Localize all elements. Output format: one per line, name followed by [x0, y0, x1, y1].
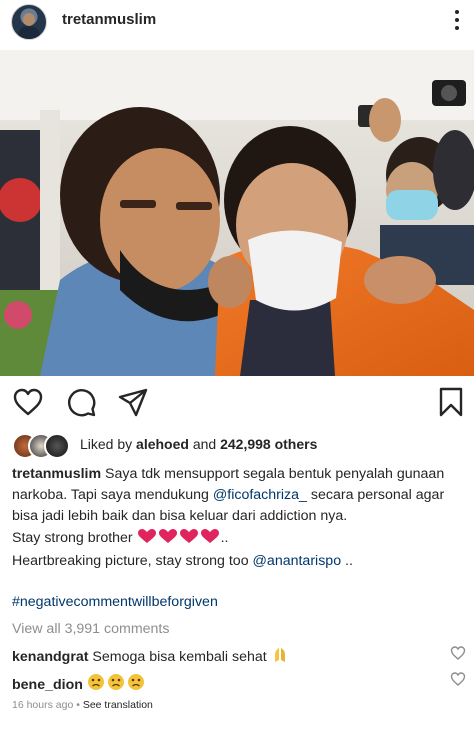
- likes-row[interactable]: Liked by alehoed and 242,998 others: [0, 430, 474, 459]
- comment-bubble-icon[interactable]: [65, 386, 97, 418]
- likes-middle: and: [188, 436, 221, 452]
- separator-dot: •: [73, 699, 83, 711]
- praying-hands-emoji: [271, 647, 289, 667]
- likes-count[interactable]: 242,998 others: [220, 436, 317, 452]
- view-all-comments-link[interactable]: View all 3,991 comments: [12, 621, 169, 637]
- liker-avatar: [44, 433, 70, 459]
- post-header: tretanmuslim: [0, 0, 474, 44]
- bookmark-icon[interactable]: [435, 386, 467, 418]
- comment-like-heart-icon[interactable]: [450, 671, 466, 687]
- sad-face-emoji: [87, 673, 147, 695]
- likes-text: Liked by alehoed and 242,998 others: [80, 436, 317, 452]
- see-translation-link[interactable]: See translation: [83, 699, 153, 711]
- more-vertical-icon[interactable]: [451, 6, 463, 34]
- comment-like-heart-icon[interactable]: [450, 645, 466, 661]
- post-timestamp: 16 hours ago • See translation: [12, 699, 153, 711]
- mention-link[interactable]: @ficofachriza_: [213, 487, 307, 503]
- comment-text: Semoga bisa kembali sehat: [88, 649, 271, 665]
- post-username[interactable]: tretanmuslim: [62, 11, 156, 28]
- caption-text: ..: [341, 552, 353, 569]
- heart-outline-icon[interactable]: [12, 386, 44, 418]
- comment-row: kenandgrat Semoga bisa kembali sehat: [12, 647, 289, 667]
- likes-prefix: Liked by: [80, 436, 137, 452]
- paper-plane-icon[interactable]: [117, 386, 149, 418]
- red-hearts-emoji: [137, 528, 221, 551]
- hashtag-link[interactable]: #negativecommentwillbeforgiven: [12, 594, 218, 610]
- comment-username[interactable]: bene_dion: [12, 677, 83, 693]
- caption-username[interactable]: tretanmuslim: [12, 466, 101, 482]
- post-photo-illustration: [0, 50, 474, 376]
- action-bar: [0, 380, 474, 426]
- caption-text: ..: [220, 529, 229, 546]
- comment-username[interactable]: kenandgrat: [12, 649, 88, 665]
- caption-text: Stay strong brother: [12, 529, 137, 546]
- mention-link[interactable]: @anantarispo: [253, 553, 342, 569]
- profile-avatar[interactable]: [11, 4, 47, 40]
- time-ago: 16 hours ago: [12, 699, 74, 711]
- post-photo[interactable]: [0, 50, 474, 376]
- post-caption: tretanmuslim Saya tdk mensupport segala …: [12, 464, 464, 572]
- caption-text: Heartbreaking picture, stay strong too: [12, 552, 253, 569]
- liker-username[interactable]: alehoed: [136, 436, 189, 452]
- comment-row: bene_dion: [12, 673, 147, 695]
